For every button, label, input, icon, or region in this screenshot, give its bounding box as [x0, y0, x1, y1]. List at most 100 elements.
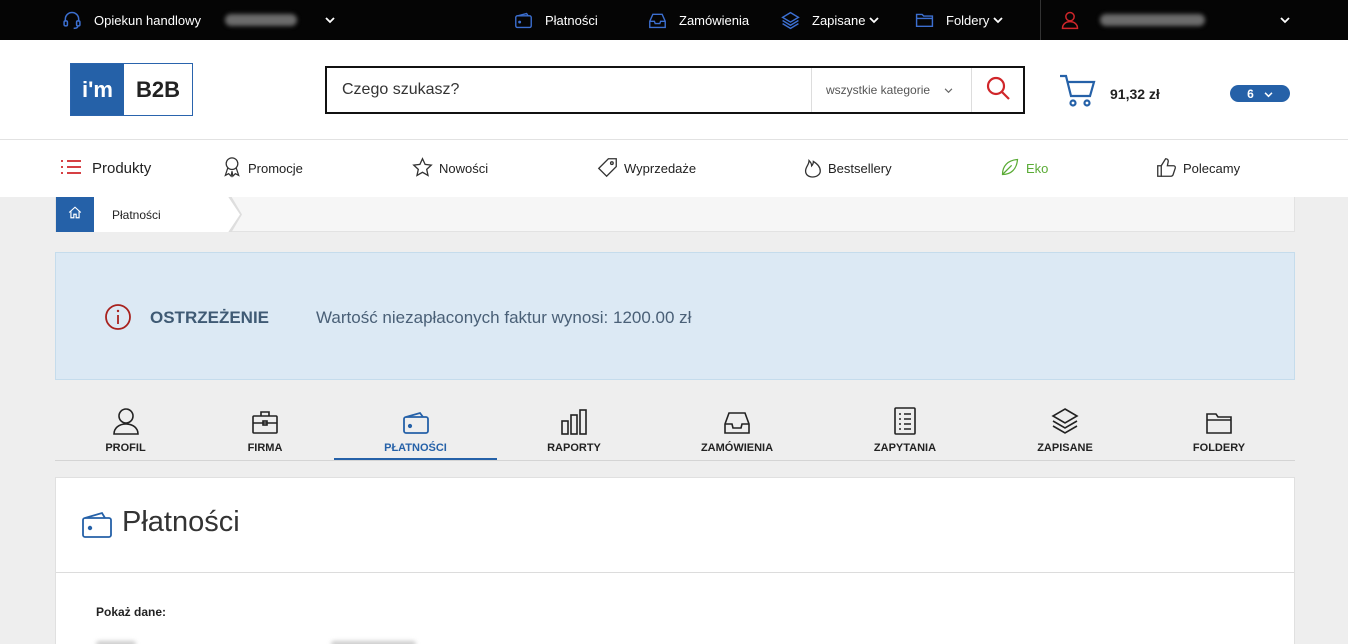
document-list-icon: [893, 405, 917, 435]
search-input[interactable]: [327, 68, 811, 112]
cart-icon[interactable]: [1058, 72, 1096, 115]
tab-label: FOLDERY: [1192, 442, 1246, 454]
cart-count: 6: [1247, 86, 1254, 101]
topbar-divider: [1040, 0, 1041, 40]
alert-message: Wartość niezapłaconych faktur wynosi: 12…: [316, 308, 692, 327]
chevron-down-icon: [944, 83, 953, 97]
category-nav: Produkty Promocje Nowości Wyprzedaże Bes…: [0, 140, 1348, 197]
advisor-dropdown[interactable]: Opiekun handlowy: [62, 0, 335, 40]
tag-icon: [597, 157, 618, 181]
nav-item-label: Polecamy: [1183, 161, 1241, 176]
breadcrumb-home[interactable]: [56, 197, 94, 232]
folder-icon: [915, 12, 934, 28]
leaf-icon: [1000, 157, 1020, 180]
user-name-redacted: [1100, 14, 1205, 26]
nav-item-eko[interactable]: Eko: [1000, 140, 1048, 197]
top-bar: Opiekun handlowy Płatności Zamówienia Za…: [0, 0, 1348, 40]
site-logo[interactable]: i'm B2B: [70, 63, 193, 116]
advisor-phone-redacted: [224, 14, 297, 26]
chevron-down-icon: [1280, 16, 1290, 24]
user-icon: [1060, 10, 1080, 30]
tab-inquiries[interactable]: ZAPYTANIA: [823, 398, 987, 460]
topbar-link-payments[interactable]: Płatności: [514, 0, 598, 40]
cart-count-badge[interactable]: 6: [1230, 85, 1290, 102]
tab-label: ZAPISANE: [1037, 442, 1093, 454]
nav-item-label: Bestsellery: [828, 161, 892, 176]
tab-reports[interactable]: RAPORTY: [497, 398, 651, 460]
inbox-icon: [723, 405, 751, 435]
search-button[interactable]: [971, 68, 1023, 112]
site-header: i'm B2B wszystkie kategorie 91,32 zł 6: [0, 40, 1348, 140]
folder-icon: [1205, 405, 1233, 435]
topbar-link-orders[interactable]: Zamówienia: [648, 0, 749, 40]
tab-label: RAPORTY: [547, 442, 601, 454]
alert-title: OSTRZEŻENIE: [150, 308, 270, 327]
nav-item-bestsellers[interactable]: Bestsellery: [803, 140, 892, 197]
advisor-label: Opiekun handlowy: [94, 12, 201, 28]
search-icon: [985, 75, 1011, 106]
wallet-icon: [81, 511, 113, 544]
panel-header: Płatności: [56, 478, 1294, 573]
nav-item-new[interactable]: Nowości: [412, 140, 488, 197]
topbar-link-label: Płatności: [545, 12, 598, 28]
list-icon: [60, 159, 82, 179]
account-tabs: PROFIL FIRMA PŁATNOŚCI RAPORTY ZAMÓWIENI…: [55, 398, 1295, 461]
layers-icon: [1051, 405, 1079, 435]
tab-payments[interactable]: PŁATNOŚCI: [334, 398, 497, 460]
tab-folders[interactable]: FOLDERY: [1143, 398, 1295, 460]
show-data-label: Pokaż dane:: [96, 605, 167, 619]
tab-saved[interactable]: ZAPISANE: [987, 398, 1143, 460]
thumbs-up-icon: [1156, 157, 1177, 181]
chevron-down-icon: [869, 16, 880, 24]
search-category-select[interactable]: wszystkie kategorie: [811, 68, 971, 112]
tab-label: PROFIL: [105, 442, 146, 454]
nav-item-label: Promocje: [248, 161, 303, 176]
tab-profile[interactable]: PROFIL: [55, 398, 196, 460]
search-bar: wszystkie kategorie: [325, 66, 1025, 114]
tab-orders[interactable]: ZAMÓWIENIA: [651, 398, 823, 460]
nav-item-sale[interactable]: Wyprzedaże: [597, 140, 696, 197]
nav-item-products[interactable]: Produkty: [60, 140, 151, 197]
tab-label: PŁATNOŚCI: [384, 442, 447, 454]
star-icon: [412, 156, 433, 181]
inbox-icon: [648, 12, 667, 29]
warning-alert: OSTRZEŻENIE Wartość niezapłaconych faktu…: [55, 252, 1295, 380]
headset-icon: [62, 10, 82, 30]
nav-item-label: Eko: [1026, 161, 1049, 176]
home-icon: [68, 205, 82, 224]
wallet-icon: [402, 405, 430, 435]
logo-mark: i'm: [71, 64, 124, 115]
nav-item-label: Produkty: [92, 160, 152, 177]
chevron-down-icon: [1264, 87, 1273, 101]
tab-label: ZAMÓWIENIA: [700, 442, 774, 454]
layers-icon: [781, 11, 800, 30]
chevron-down-icon: [325, 16, 335, 24]
tab-label: FIRMA: [247, 442, 283, 454]
nav-item-recommended[interactable]: Polecamy: [1156, 140, 1240, 197]
topbar-link-label: Zamówienia: [679, 12, 750, 28]
topbar-link-label: Foldery: [946, 12, 990, 28]
logo-text: B2B: [135, 76, 180, 102]
breadcrumb: Płatności: [55, 197, 1295, 232]
nav-item-label: Nowości: [439, 161, 489, 176]
chevron-down-icon: [993, 16, 1003, 24]
bar-chart-icon: [560, 405, 588, 435]
payments-panel: Płatności Pokaż dane:: [55, 477, 1295, 644]
topbar-link-saved[interactable]: Zapisane: [781, 0, 880, 40]
wallet-icon: [514, 12, 533, 29]
briefcase-icon: [251, 405, 279, 435]
cart-total[interactable]: 91,32 zł: [1110, 86, 1160, 102]
search-category-label: wszystkie kategorie: [826, 83, 931, 97]
nav-item-label: Wyprzedaże: [624, 161, 697, 176]
breadcrumb-item[interactable]: Płatności: [94, 197, 240, 232]
user-icon: [112, 405, 139, 435]
tab-label: ZAPYTANIA: [873, 442, 937, 454]
tab-company[interactable]: FIRMA: [196, 398, 334, 460]
info-icon: [104, 303, 132, 336]
topbar-link-folders[interactable]: Foldery: [915, 0, 1003, 40]
flame-icon: [803, 157, 822, 181]
nav-item-promotions[interactable]: Promocje: [222, 140, 303, 197]
page-title: Płatności: [122, 506, 240, 538]
topbar-link-label: Zapisane: [812, 12, 866, 28]
user-menu[interactable]: [1060, 0, 1290, 40]
